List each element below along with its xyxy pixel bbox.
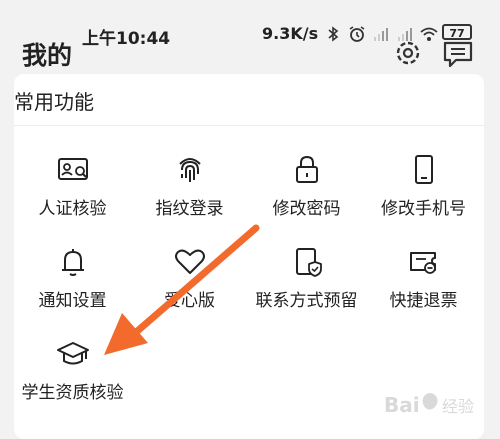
heart-icon	[172, 244, 208, 280]
ticket-refund-icon	[406, 244, 442, 280]
svg-text:Bai: Bai	[384, 393, 420, 417]
tile-student-verify[interactable]: 学生资质核验	[14, 324, 131, 406]
tile-contact-reserve[interactable]: 联系方式预留	[248, 232, 365, 314]
tile-fingerprint-login[interactable]: 指纹登录	[131, 140, 248, 222]
fingerprint-icon	[172, 152, 208, 188]
battery-icon: 77	[442, 24, 472, 40]
phone-icon	[406, 152, 442, 188]
bell-icon	[55, 244, 91, 280]
watermark-logo: Bai 经验	[384, 393, 474, 417]
page-title: 我的	[22, 41, 73, 70]
message-icon	[443, 41, 473, 68]
tile-label: 通知设置	[38, 291, 107, 311]
section-title: 常用功能	[14, 90, 94, 114]
tile-label: 修改密码	[272, 199, 341, 219]
graduation-cap-icon	[55, 336, 91, 372]
svg-text:经验: 经验	[442, 397, 474, 416]
tile-quick-refund[interactable]: 快捷退票	[365, 232, 482, 314]
message-button[interactable]	[442, 40, 474, 68]
tile-label: 联系方式预留	[255, 291, 358, 311]
settings-button[interactable]	[393, 38, 423, 68]
tile-label: 快捷退票	[389, 291, 458, 311]
tile-label: 指纹登录	[155, 199, 224, 219]
tile-label: 人证核验	[38, 199, 107, 219]
tile-change-password[interactable]: 修改密码	[248, 140, 365, 222]
tile-label: 修改手机号	[381, 199, 466, 219]
settings-icon	[396, 41, 420, 65]
bluetooth-icon	[328, 25, 339, 42]
lock-icon	[289, 152, 325, 188]
divider	[14, 125, 484, 126]
tile-label: 爱心版	[164, 291, 215, 311]
id-card-verify-icon	[55, 152, 91, 188]
alarm-icon	[349, 25, 365, 42]
signal-icon	[374, 27, 389, 41]
tile-care-mode[interactable]: 爱心版	[131, 232, 248, 314]
network-speed: 9.3K/s	[262, 24, 319, 43]
tile-label: 学生资质核验	[21, 383, 124, 403]
tile-id-verify[interactable]: 人证核验	[14, 140, 131, 222]
tile-change-phone[interactable]: 修改手机号	[365, 140, 482, 222]
contact-shield-icon	[289, 244, 325, 280]
status-time: 上午10:44	[82, 29, 171, 49]
tile-notification-settings[interactable]: 通知设置	[14, 232, 131, 314]
